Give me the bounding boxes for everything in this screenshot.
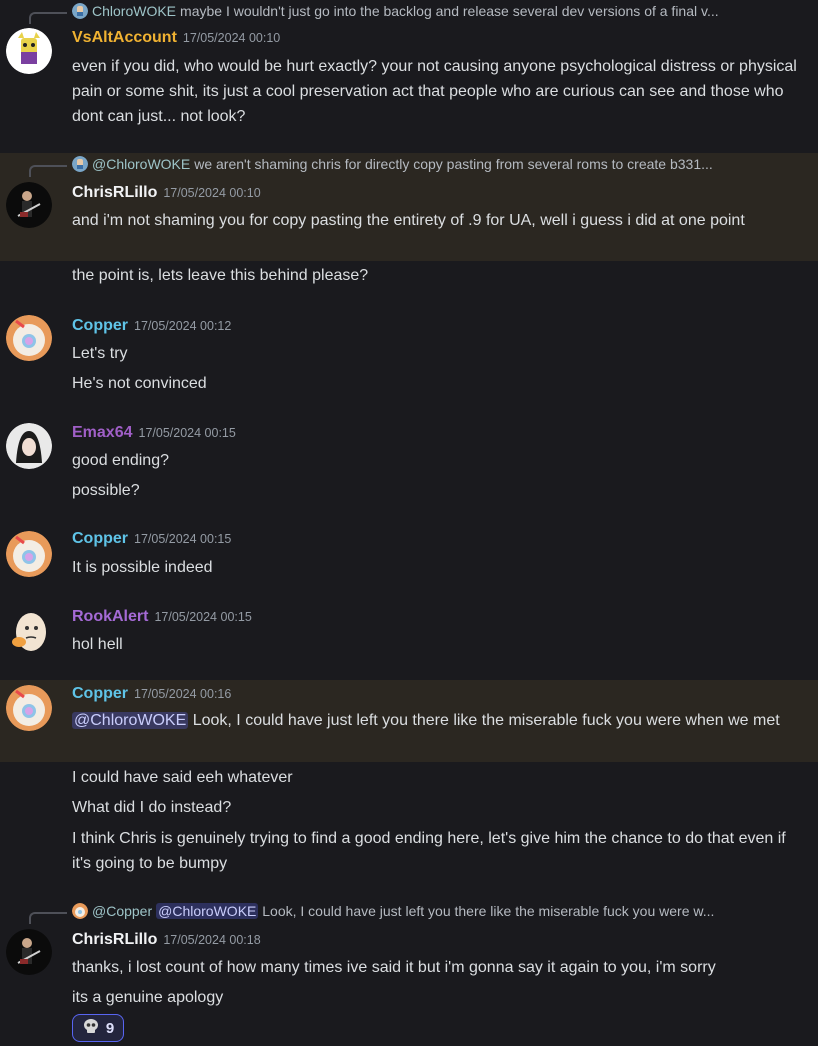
author-name[interactable]: ChrisRLillo <box>72 184 157 201</box>
message-text: What did I do instead? <box>72 799 232 816</box>
author-name[interactable]: Copper <box>72 317 128 334</box>
timestamp[interactable]: 17/05/2024 00:12 <box>134 319 231 333</box>
message-copper: Copper 17/05/2024 00:15 It is possible in… <box>0 526 818 586</box>
reply-preview[interactable]: @Copper @ChloroWOKE Look, I could have ju… <box>72 901 802 921</box>
avatar[interactable] <box>6 608 52 654</box>
message-text: and i'm not shaming you for copy pasting… <box>72 212 745 229</box>
message-header: RookAlert 17/05/2024 00:15 <box>72 608 252 626</box>
user-mention[interactable]: @ChloroWOKE <box>72 712 189 729</box>
message-text: Let's try <box>72 345 128 362</box>
timestamp[interactable]: 17/05/2024 00:18 <box>163 933 260 947</box>
message-text: hol hell <box>72 636 123 653</box>
avatar[interactable] <box>6 423 52 469</box>
author-name[interactable]: VsAltAccount <box>72 29 177 46</box>
message-copper-highlight: Copper 17/05/2024 00:16 @ChloroWOKE Look,… <box>0 680 818 762</box>
reply-author[interactable]: @Copper <box>92 903 152 919</box>
avatar[interactable] <box>6 929 52 975</box>
reply-connector <box>29 12 67 24</box>
reply-author[interactable]: ChloroWOKE <box>92 3 176 19</box>
message-header: Copper 17/05/2024 00:12 <box>72 317 231 335</box>
message-header: Emax64 17/05/2024 00:15 <box>72 424 236 442</box>
copper-mini-avatar <box>72 903 88 919</box>
reply-connector <box>29 165 67 177</box>
chat-log: ChloroWOKE maybe I wouldn't just go into … <box>0 0 818 1046</box>
author-name[interactable]: RookAlert <box>72 608 148 625</box>
reply-text: maybe I wouldn't just go into the backlo… <box>180 3 719 19</box>
chloro-mini-avatar <box>72 3 88 19</box>
message-vsaltaccount: ChloroWOKE maybe I wouldn't just go into … <box>0 0 818 150</box>
message-header: VsAltAccount 17/05/2024 00:10 <box>72 29 280 47</box>
reply-author[interactable]: @ChloroWOKE <box>92 156 190 172</box>
timestamp[interactable]: 17/05/2024 00:10 <box>183 31 280 45</box>
message-text: the point is, lets leave this behind ple… <box>72 267 369 284</box>
message-text: even if you did, who would be hurt exact… <box>72 58 797 125</box>
message-copper: Copper 17/05/2024 00:12 Let's try He's no… <box>0 310 818 400</box>
timestamp[interactable]: 17/05/2024 00:15 <box>134 532 231 546</box>
author-name[interactable]: ChrisRLillo <box>72 931 157 948</box>
timestamp[interactable]: 17/05/2024 00:15 <box>139 426 236 440</box>
reaction-count: 9 <box>105 1019 115 1037</box>
timestamp[interactable]: 17/05/2024 00:10 <box>163 186 260 200</box>
message-text: I think Chris is genuinely trying to fin… <box>72 830 786 872</box>
timestamp[interactable]: 17/05/2024 00:16 <box>134 687 231 701</box>
skull-emoji-icon <box>82 1018 100 1038</box>
avatar[interactable] <box>6 531 52 577</box>
reply-connector <box>29 912 67 924</box>
reply-text: Look, I could have just left you there l… <box>262 903 715 919</box>
message-text: I could have said eeh whatever <box>72 769 293 786</box>
timestamp[interactable]: 17/05/2024 00:15 <box>154 610 251 624</box>
avatar[interactable] <box>6 182 52 228</box>
message-text: It is possible indeed <box>72 559 213 576</box>
message-chrisrlillo-highlight: @ChloroWOKE we aren't shaming chris for d… <box>0 153 818 261</box>
reaction-button[interactable]: 9 <box>72 1014 124 1042</box>
author-name[interactable]: Emax64 <box>72 424 133 441</box>
message-emax64: Emax64 17/05/2024 00:15 good ending? poss… <box>0 418 818 508</box>
message-header: Copper 17/05/2024 00:16 <box>72 685 231 703</box>
reply-preview[interactable]: ChloroWOKE maybe I wouldn't just go into … <box>72 1 802 21</box>
chloro-mini-avatar <box>72 156 88 172</box>
author-name[interactable]: Copper <box>72 530 128 547</box>
message-text: possible? <box>72 482 140 499</box>
message-chrisrlillo: @Copper @ChloroWOKE Look, I could have ju… <box>0 900 818 1046</box>
message-text: He's not convinced <box>72 375 207 392</box>
message-text: good ending? <box>72 452 169 469</box>
message-header: Copper 17/05/2024 00:15 <box>72 530 231 548</box>
message-text: thanks, i lost count of how many times i… <box>72 959 716 976</box>
reply-text: we aren't shaming chris for directly cop… <box>194 156 713 172</box>
avatar[interactable] <box>6 685 52 731</box>
reply-preview[interactable]: @ChloroWOKE we aren't shaming chris for d… <box>72 154 802 174</box>
avatar[interactable] <box>6 28 52 74</box>
message-rookalert: RookAlert 17/05/2024 00:15 hol hell <box>0 603 818 663</box>
message-header: ChrisRLillo 17/05/2024 00:18 <box>72 931 261 949</box>
message-text: its a genuine apology <box>72 989 224 1006</box>
author-name[interactable]: Copper <box>72 685 128 702</box>
message-text: @ChloroWOKE Look, I could have just left… <box>72 708 802 733</box>
message-text-content: Look, I could have just left you there l… <box>192 712 780 729</box>
message-header: ChrisRLillo 17/05/2024 00:10 <box>72 184 261 202</box>
avatar[interactable] <box>6 315 52 361</box>
user-mention[interactable]: @ChloroWOKE <box>156 903 259 919</box>
